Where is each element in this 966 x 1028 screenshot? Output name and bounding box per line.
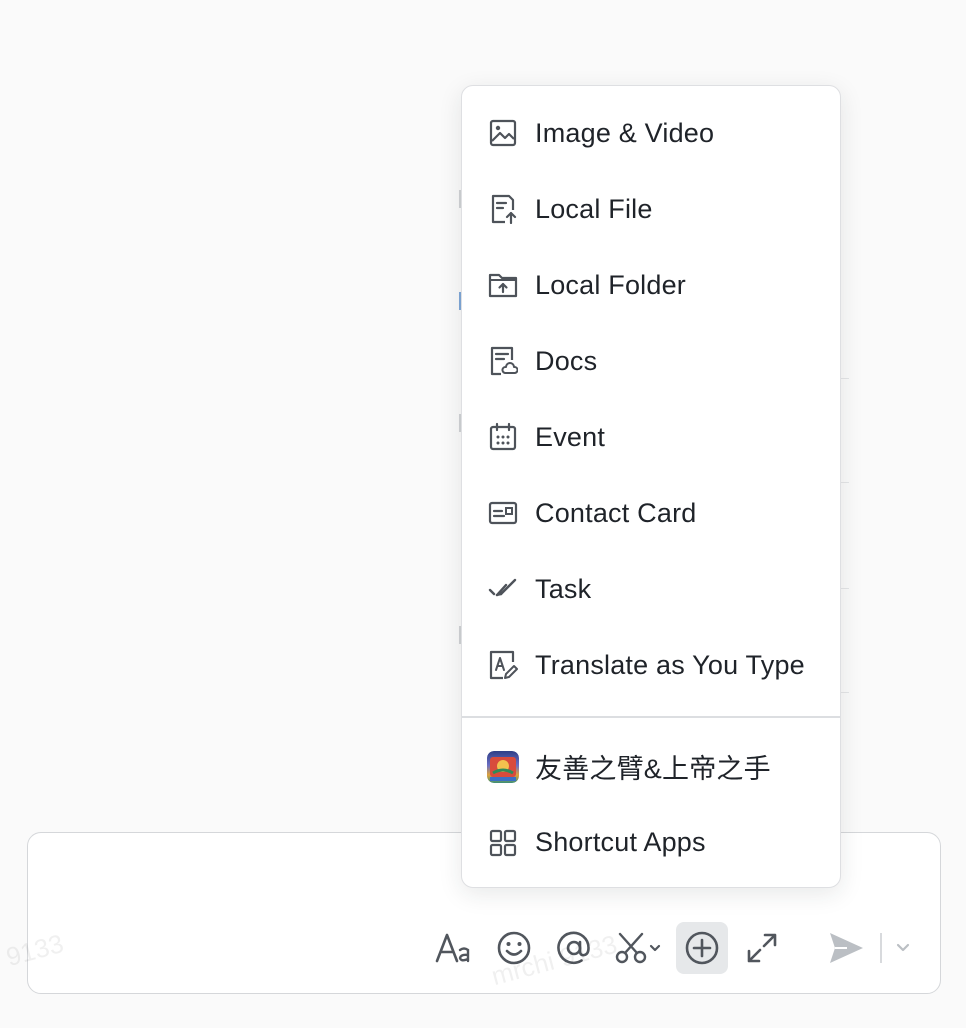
composer-toolbar bbox=[428, 922, 796, 974]
background-artifact bbox=[841, 692, 849, 693]
contact-card-icon bbox=[486, 496, 520, 530]
menu-item-label: Event bbox=[535, 421, 606, 452]
menu-item-shortcut-apps[interactable]: Shortcut Apps bbox=[462, 805, 840, 881]
background-artifact bbox=[841, 378, 849, 379]
expand-button[interactable] bbox=[736, 922, 788, 974]
send-options-button[interactable] bbox=[892, 928, 914, 968]
docs-icon bbox=[486, 344, 520, 378]
translate-icon bbox=[486, 648, 520, 682]
menu-item-label: Docs bbox=[535, 345, 598, 376]
emoji-button[interactable] bbox=[488, 922, 540, 974]
menu-item-label: Shortcut Apps bbox=[535, 827, 706, 857]
send-divider bbox=[880, 933, 882, 963]
menu-item-docs[interactable]: Docs bbox=[462, 323, 840, 399]
expand-icon bbox=[747, 933, 777, 963]
folder-upload-icon bbox=[486, 268, 520, 302]
menu-item-contact-card[interactable]: Contact Card bbox=[462, 475, 840, 551]
text-format-button[interactable] bbox=[428, 922, 480, 974]
scissors-icon bbox=[615, 932, 661, 964]
menu-item-label: 友善之臂&上帝之手 bbox=[535, 754, 771, 784]
at-icon bbox=[557, 931, 590, 965]
background-artifact bbox=[841, 588, 849, 589]
chevron-down-icon bbox=[896, 943, 909, 952]
app-avatar-icon bbox=[486, 750, 520, 784]
menu-item-app-friendly-arm[interactable]: 友善之臂&上帝之手 bbox=[462, 729, 840, 805]
menu-item-local-file[interactable]: Local File bbox=[462, 171, 840, 247]
send-group bbox=[820, 922, 914, 974]
mention-button[interactable] bbox=[548, 922, 600, 974]
emoji-icon bbox=[497, 931, 531, 965]
text-format-icon bbox=[435, 933, 470, 963]
menu-item-event[interactable]: Event bbox=[462, 399, 840, 475]
menu-item-local-folder[interactable]: Local Folder bbox=[462, 247, 840, 323]
menu-item-label: Translate as You Type bbox=[535, 649, 805, 680]
menu-item-label: Image & Video bbox=[535, 117, 715, 148]
task-check-icon bbox=[486, 572, 520, 606]
screenshot-button[interactable] bbox=[608, 922, 668, 974]
background-artifact bbox=[841, 482, 849, 483]
menu-item-translate[interactable]: Translate as You Type bbox=[462, 627, 840, 703]
file-upload-icon bbox=[486, 192, 520, 226]
menu-item-label: Task bbox=[535, 573, 592, 604]
attach-menu: Image & Video Local File Local Folder Do… bbox=[461, 85, 841, 888]
menu-item-label: Local File bbox=[535, 193, 653, 224]
grid-apps-icon bbox=[486, 826, 520, 860]
send-icon bbox=[830, 933, 863, 963]
plus-circle-icon bbox=[685, 931, 719, 965]
menu-item-label: Local Folder bbox=[535, 269, 686, 300]
menu-divider bbox=[462, 716, 840, 718]
attach-button[interactable] bbox=[676, 922, 728, 974]
calendar-icon bbox=[486, 420, 520, 454]
chat-window: Image & Video Local File Local Folder Do… bbox=[0, 0, 966, 1028]
menu-item-label: Contact Card bbox=[535, 497, 697, 528]
menu-item-image-video[interactable]: Image & Video bbox=[462, 95, 840, 171]
menu-item-task[interactable]: Task bbox=[462, 551, 840, 627]
send-button[interactable] bbox=[820, 922, 872, 974]
image-icon bbox=[486, 116, 520, 150]
